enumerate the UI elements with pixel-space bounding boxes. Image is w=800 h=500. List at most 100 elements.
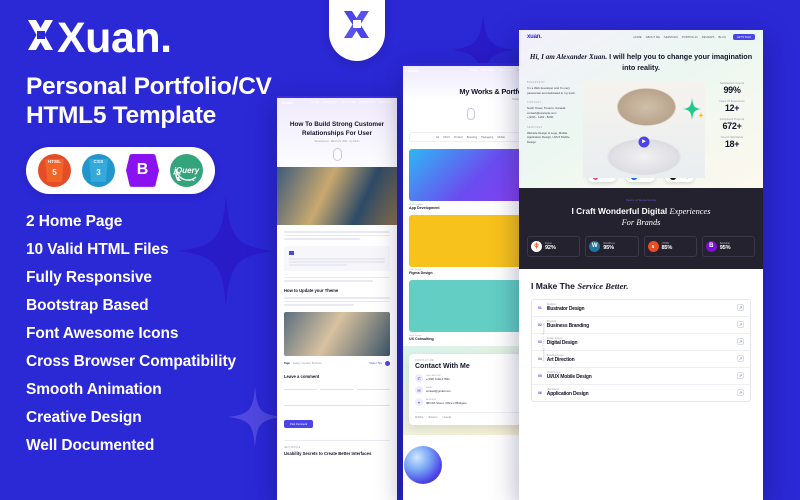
html5-icon: 5 HTML — [38, 153, 71, 187]
contact-row-phone: ✆ CALL ME NOW +(100) 1102-17842 — [415, 374, 526, 382]
service-name: Application Design — [546, 390, 589, 397]
headline-line-1: Personal Portfolio/CV — [26, 73, 272, 100]
promo-left-panel: Xuan. Personal Portfolio/CV HTML5 Templa… — [26, 14, 326, 466]
experience-title-1: I Craft Wonderful Digital — [571, 205, 670, 216]
service-row[interactable]: 06 Web Design Application Design ↗ — [532, 385, 750, 401]
service-row[interactable]: 03 Design System Digital Design ↗ — [532, 334, 750, 351]
social-link-linkedin[interactable]: Linkedin — [443, 417, 452, 419]
list-item: Cross Browser Compatibility — [26, 352, 237, 370]
contact-value: contact@gmail.com — [426, 389, 451, 393]
service-name: Digital Design — [546, 339, 578, 346]
skill-value: 85% — [661, 244, 673, 251]
nav-link[interactable]: SERVICES — [481, 69, 495, 72]
service-number: 06 — [538, 390, 542, 395]
comment-website-field[interactable] — [356, 384, 390, 390]
contact-value: 980 6th Street, Office of Bridgeto — [426, 401, 467, 405]
service-row[interactable]: 01 Designer Illustrator Design ↗ — [532, 300, 750, 317]
portfolio-thumbnail — [409, 149, 532, 201]
services-title: I Make The Service Better. — [519, 281, 763, 291]
service-row[interactable]: 04 Branding Design Art Direction ↗ — [532, 351, 750, 368]
filter-packaging[interactable]: Packaging — [481, 136, 493, 139]
scroll-indicator-icon — [466, 108, 475, 120]
nav-link-services[interactable]: SERVICES — [664, 36, 678, 39]
arrow-icon[interactable]: ↗ — [737, 355, 744, 363]
page-title: Personal Portfolio/CV HTML5 Template — [26, 73, 326, 131]
skill-cards: ϕ Figma 92% W WordPress 95% 5 xHTML 85% … — [519, 235, 763, 257]
portfolio-item[interactable]: Tools Design Figma Design — [409, 214, 532, 275]
bio-text: I'm a Web developer and I'm very passion… — [527, 86, 576, 95]
mockup-main-logo: xuan. — [527, 34, 542, 40]
arrow-icon[interactable]: ↗ — [737, 389, 744, 397]
portfolio-page-title: My Works & Portfolio — [459, 87, 530, 96]
service-row[interactable]: 02 Branding Business Branding ↗ — [532, 317, 750, 334]
nav-link[interactable]: ABOUT ME — [341, 101, 355, 104]
filter-uiux[interactable]: UI/UX — [443, 136, 450, 139]
nav-link-home[interactable]: HOME — [634, 36, 642, 39]
service-name: Art Direction — [546, 356, 575, 363]
stat-value: 672+ — [722, 121, 742, 132]
filter-branding[interactable]: Branding — [467, 136, 477, 139]
nav-link-reviews[interactable]: REVIEWS — [702, 36, 715, 39]
nav-link-about[interactable]: ABOUT ME — [646, 36, 660, 39]
services-title-em: Service Better. — [577, 280, 629, 291]
hero-info-column: BIOGRAPHY I'm a Web developer and I'm ve… — [527, 82, 579, 178]
filter-product[interactable]: Product — [454, 136, 463, 139]
experience-title-2: For Brands — [621, 217, 661, 227]
arrow-icon[interactable]: ↗ — [737, 372, 744, 380]
tech-badges: 5 HTML 3 CSS B jQuery — [26, 146, 215, 194]
service-number: 01 — [538, 305, 542, 310]
stat-value: 18+ — [724, 139, 740, 150]
x-logo-icon — [344, 11, 369, 38]
share-label[interactable]: Share / Tips — [369, 362, 382, 365]
breadcrumb: Home / Portfolio — [512, 98, 530, 101]
nav-link[interactable]: ABOUT ME — [499, 69, 513, 72]
share-icon[interactable] — [385, 360, 390, 366]
bootstrap-icon: B — [705, 240, 717, 252]
nav-link[interactable]: PORTFOLIO — [359, 101, 375, 104]
play-button[interactable]: ▶ — [638, 136, 650, 148]
portfolio-filters[interactable]: All UI/UX Product Branding Packaging Mob… — [409, 132, 532, 142]
filter-mobile[interactable]: Mobile — [497, 136, 505, 139]
experience-title-em: Experiences — [669, 206, 711, 216]
bio-label: BIOGRAPHY — [527, 82, 546, 85]
skill-card-html: 5 xHTML 85% — [643, 235, 697, 257]
arrow-icon[interactable]: ↗ — [737, 304, 744, 312]
hero-stats: Satisfaction Clients 99% Years Of Experi… — [709, 82, 755, 178]
contact-card: CONTACT ME Contact With Me ✆ CALL ME NOW… — [409, 353, 532, 425]
list-item: Bootstrap Based — [26, 296, 149, 314]
contact-row-address: ⌖ ADDRESS 980 6th Street, Office of Brid… — [415, 398, 526, 406]
contact-value: +(100) 1102-17842 — [426, 377, 450, 381]
nav-link-blog[interactable]: BLOG — [718, 36, 726, 39]
social-link-dribbble[interactable]: Dribbble — [415, 417, 424, 419]
arrow-icon[interactable]: ↗ — [737, 321, 744, 329]
portfolio-thumbnail — [409, 280, 532, 332]
services-section: Services That I Provide I Make The Servi… — [519, 269, 763, 416]
service-number: 05 — [538, 373, 542, 378]
phone-icon: ✆ — [415, 374, 423, 382]
stat-value: 99% — [723, 85, 741, 96]
list-item: Well Documented — [26, 436, 155, 454]
skill-card-bootstrap: B Bootstrap 95% — [701, 235, 755, 257]
mockup-portfolio-logo: xuan. — [408, 68, 419, 73]
lets-talk-button[interactable]: LET'S TALK — [733, 34, 755, 40]
portfolio-item-name: App Development — [409, 205, 440, 210]
list-item: Fully Responsive — [26, 268, 152, 286]
arrow-icon[interactable]: ↗ — [737, 338, 744, 346]
portfolio-item[interactable]: UI/UX Design App Development — [409, 149, 532, 210]
mockup-portfolio-page[interactable]: xuan. HOME SERVICES ABOUT ME PORTFOLIO M… — [403, 63, 538, 500]
contact-title: Contact With Me — [415, 363, 470, 370]
bootstrap-icon: B — [126, 153, 159, 187]
skill-value: 95% — [719, 244, 731, 251]
service-row[interactable]: 05 UI/UX Design UI/UX Mobile Design ↗ — [532, 368, 750, 385]
experience-title: I Craft Wonderful Digital Experiences — [519, 206, 763, 218]
stat-value: 12+ — [724, 103, 740, 114]
nav-link[interactable]: REVIEWS — [379, 101, 392, 104]
hero-title-emphasis: Hi, I am Alexander Xuan. — [529, 53, 608, 61]
filter-all[interactable]: All — [436, 136, 439, 139]
mockup-home-page[interactable]: xuan. HOME ABOUT ME SERVICES PORTFOLIO R… — [519, 30, 763, 500]
portfolio-item[interactable]: Tools Design UX Consulting — [409, 280, 532, 341]
nav-link-portfolio[interactable]: PORTFOLIO — [682, 36, 698, 39]
contact-kicker: CONTACT ME — [415, 359, 434, 362]
nav-link[interactable]: HOME — [469, 69, 477, 72]
social-link-behance[interactable]: Behance — [429, 417, 438, 419]
